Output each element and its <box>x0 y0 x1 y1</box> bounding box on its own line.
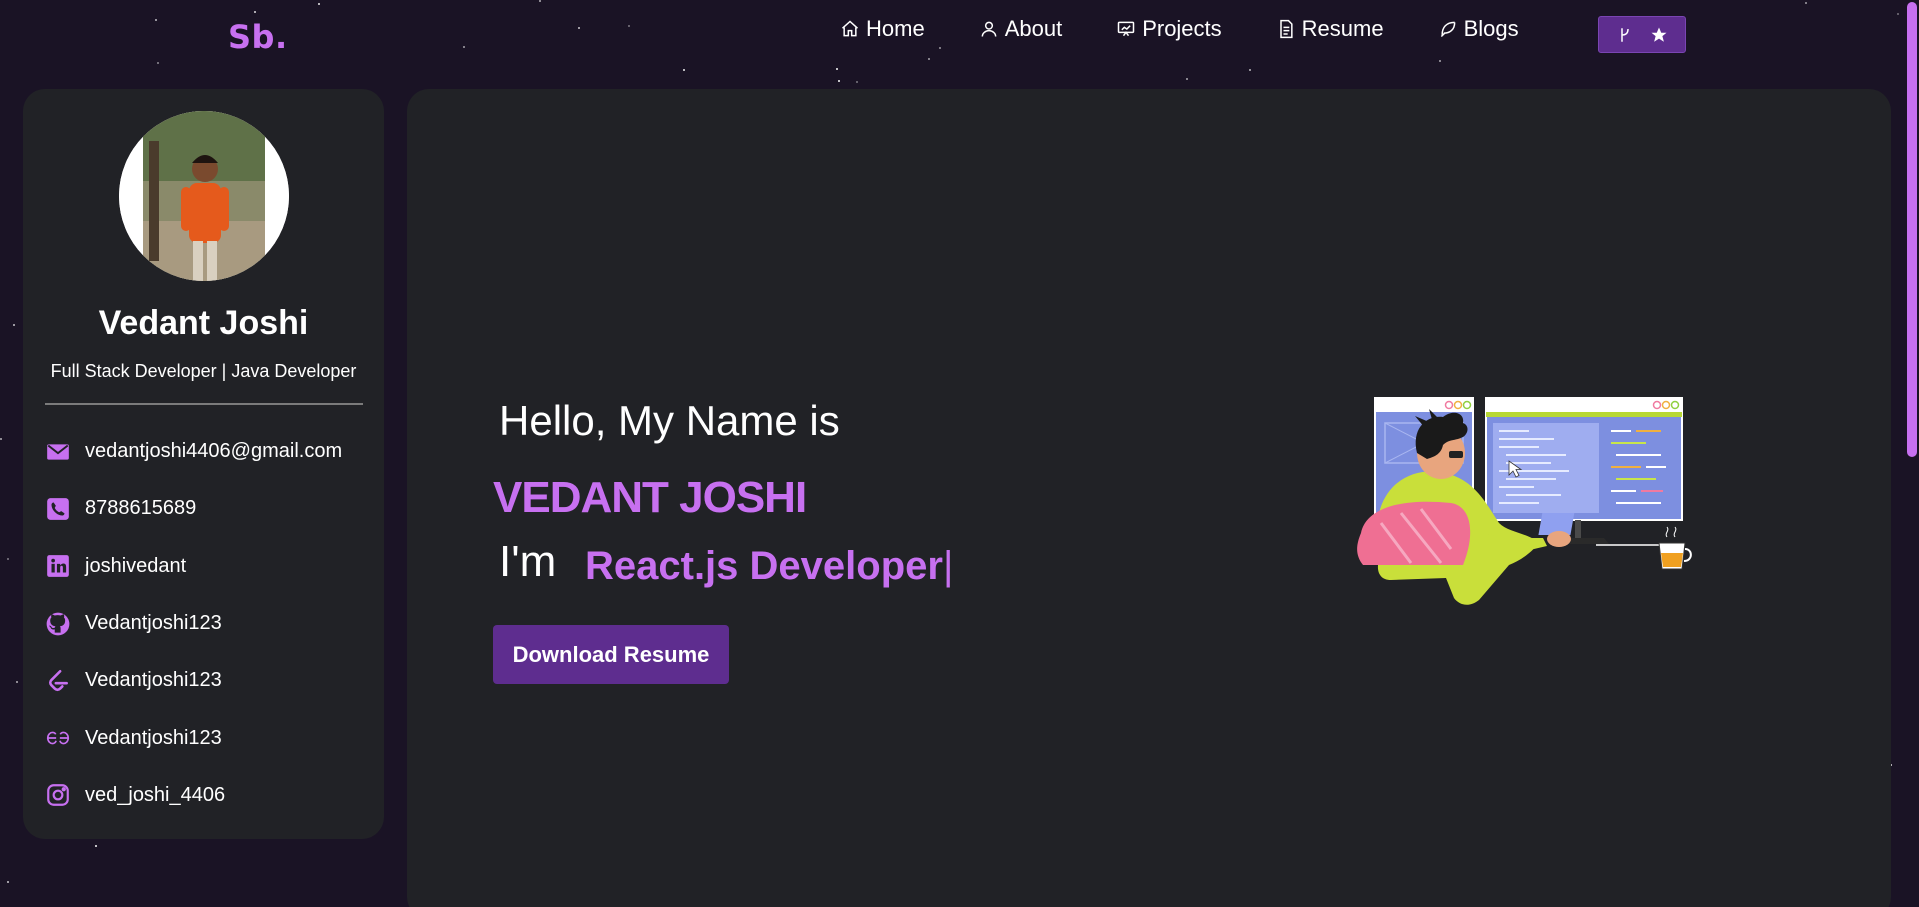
projects-icon <box>1117 21 1135 37</box>
linkedin-icon <box>45 553 71 579</box>
star <box>7 880 10 883</box>
star <box>13 323 16 326</box>
star <box>0 438 3 441</box>
contact-geeksforgeeks[interactable]: Vedantjoshi123 <box>45 709 375 766</box>
contact-text: 8788615689 <box>85 497 197 520</box>
github-icon <box>45 611 71 637</box>
contact-text: joshivedant <box>85 554 187 577</box>
divider <box>45 403 363 405</box>
star-icon <box>1651 27 1667 42</box>
nav-link-label: Projects <box>1142 16 1222 41</box>
profile-role: Full Stack Developer | Java Developer <box>50 361 357 381</box>
star <box>16 680 19 683</box>
contact-email[interactable]: vedantjoshi4406@gmail.com <box>45 423 375 480</box>
contact-phone[interactable]: 8788615689 <box>45 480 375 537</box>
scrollbar[interactable] <box>1905 0 1919 907</box>
star <box>838 80 841 83</box>
profile-photo <box>119 111 289 281</box>
mail-icon <box>45 439 71 465</box>
contact-text: Vedantjoshi123 <box>85 669 222 692</box>
navbar: Sb. Home About Projects Resume Blogs <box>0 0 1919 72</box>
contact-text: Vedantjoshi123 <box>85 612 222 635</box>
typewriter-value: React.js Developer <box>585 544 943 588</box>
developer-illustration <box>1357 397 1692 605</box>
profile-name: Vedant Joshi <box>98 304 309 342</box>
nav-link-label: Blogs <box>1463 16 1519 41</box>
nav-link-label: Home <box>866 16 925 41</box>
github-fork-button[interactable] <box>1598 16 1686 53</box>
nav-links: Home About Projects Resume Blogs <box>840 16 1573 42</box>
typewriter-cursor: | <box>942 544 954 588</box>
avatar <box>119 111 289 281</box>
nav-link-home[interactable]: Home <box>840 16 925 42</box>
document-icon <box>1279 19 1293 39</box>
nav-link-about[interactable]: About <box>979 16 1063 42</box>
contact-leetcode[interactable]: Vedantjoshi123 <box>45 652 375 709</box>
star <box>855 81 858 84</box>
typewriter-text: React.js Developer| <box>585 544 953 589</box>
contact-text: Vedantjoshi123 <box>85 726 222 749</box>
geeksforgeeks-icon <box>45 725 71 751</box>
nav-link-projects[interactable]: Projects <box>1116 16 1222 42</box>
contact-text: ved_joshi_4406 <box>85 783 226 806</box>
hero-panel: Hello, My Name is VEDANT JOSHI I'm React… <box>407 89 1891 907</box>
contact-text: vedantjoshi4406@gmail.com <box>85 440 343 463</box>
user-icon <box>981 21 997 37</box>
contact-instagram[interactable]: ved_joshi_4406 <box>45 767 375 824</box>
star <box>1185 77 1188 80</box>
contact-linkedin[interactable]: joshivedant <box>45 538 375 595</box>
star <box>7 557 10 560</box>
hero-greeting: Hello, My Name is <box>499 397 840 444</box>
nav-link-label: About <box>1004 16 1063 41</box>
nav-link-resume[interactable]: Resume <box>1276 16 1384 42</box>
leetcode-icon <box>45 668 71 694</box>
feather-icon <box>1440 21 1456 38</box>
nav-link-blogs[interactable]: Blogs <box>1438 16 1519 42</box>
home-icon <box>842 20 858 37</box>
instagram-icon <box>45 782 71 808</box>
download-resume-button[interactable]: Download Resume <box>493 625 729 684</box>
contact-list: vedantjoshi4406@gmail.com 8788615689 jos… <box>45 423 375 824</box>
scrollbar-thumb[interactable] <box>1907 2 1917 457</box>
hero-im: I'm <box>499 537 557 586</box>
contact-github[interactable]: Vedantjoshi123 <box>45 595 375 652</box>
hero-name: VEDANT JOSHI <box>493 473 807 522</box>
site-logo[interactable]: Sb. <box>228 18 288 56</box>
phone-icon <box>45 496 71 522</box>
nav-link-label: Resume <box>1301 16 1384 41</box>
profile-sidebar: Vedant Joshi Full Stack Developer | Java… <box>23 89 384 839</box>
fork-icon <box>1621 27 1629 42</box>
star <box>95 845 98 848</box>
